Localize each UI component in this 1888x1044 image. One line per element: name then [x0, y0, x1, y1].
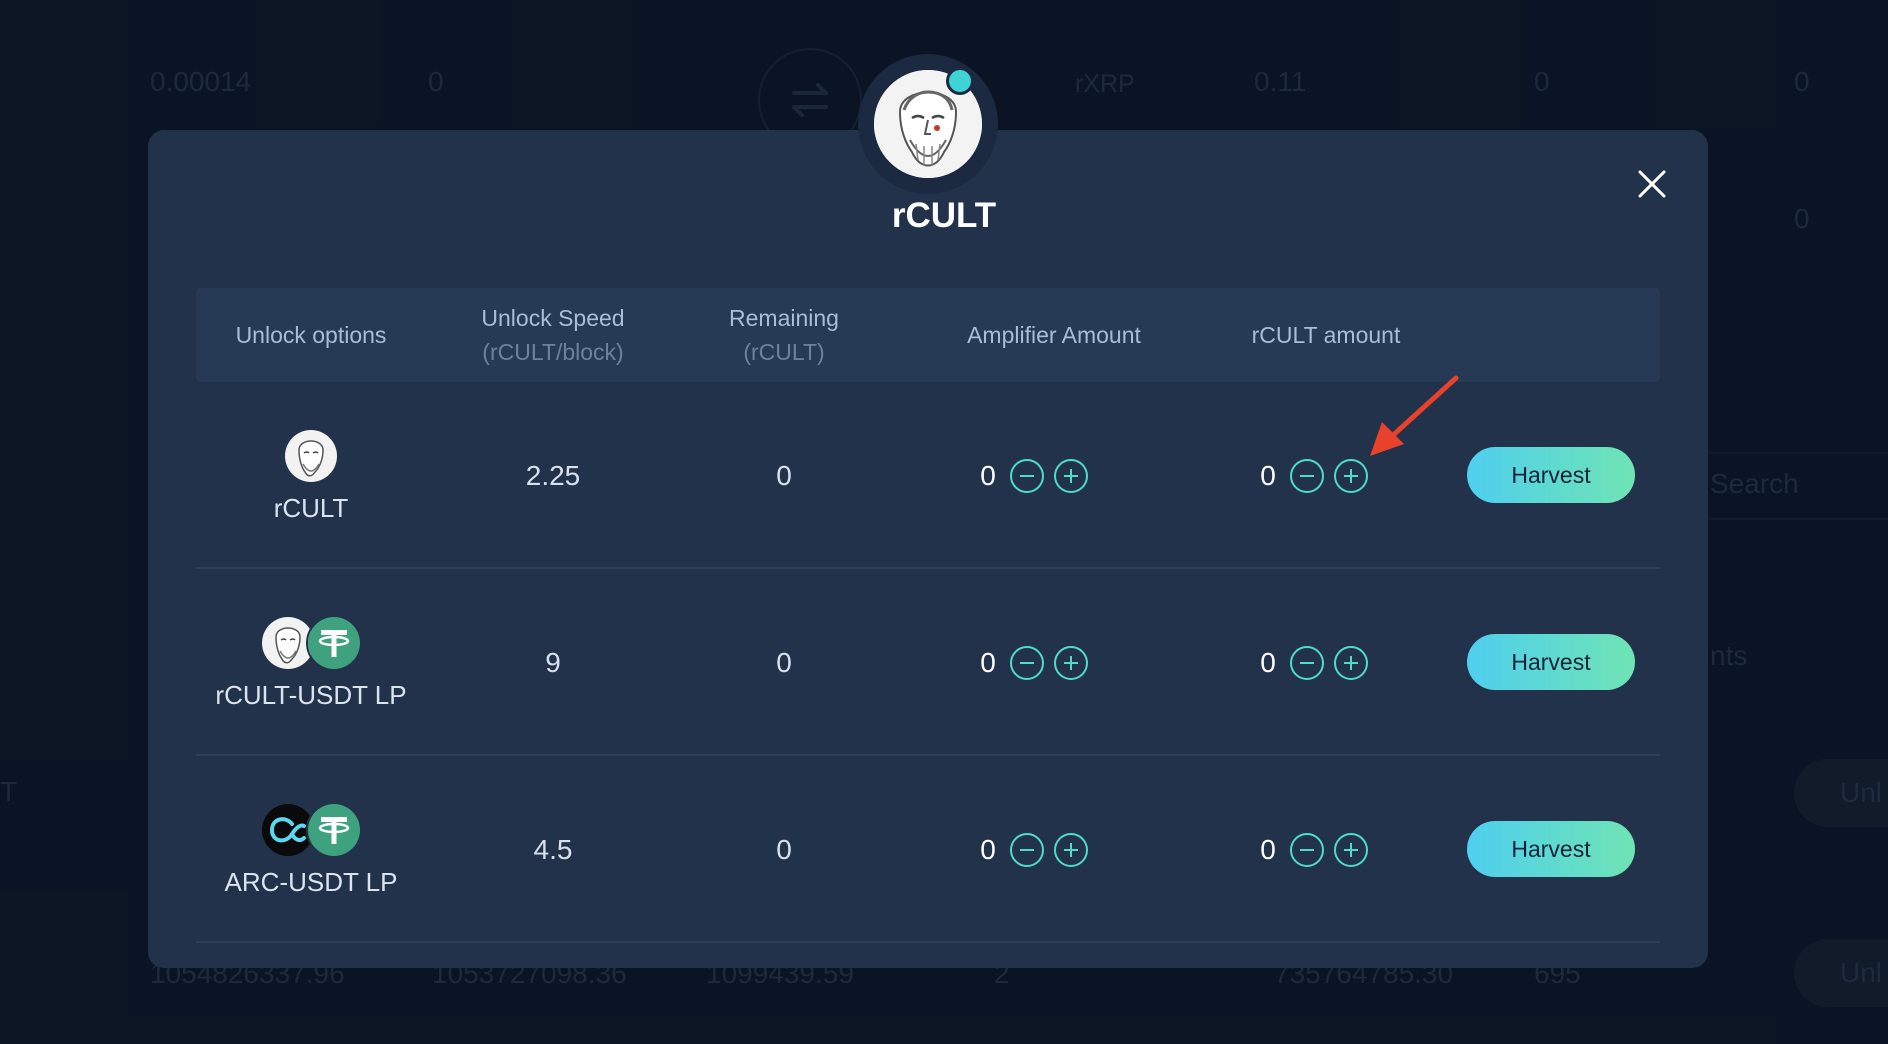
column-header-amplifier-amount: Amplifier Amount: [967, 322, 1141, 348]
plus-icon[interactable]: [1334, 645, 1368, 680]
table-row: rCULT-USDT LP 9 0 0 0 Harvest: [196, 569, 1660, 756]
table-row: ARC-USDT LP 4.5 0 0 0 Harvest: [196, 756, 1660, 943]
asset-cell: ARC-USDT LP: [196, 756, 426, 943]
table-header: Unlock options Unlock Speed (rCULT/block…: [196, 288, 1660, 382]
rcult-token-icon: [283, 428, 339, 484]
minus-icon[interactable]: [1290, 458, 1324, 493]
usdt-token-icon: [306, 802, 362, 858]
modal-title: rCULT: [891, 196, 997, 235]
minus-icon[interactable]: [1290, 832, 1324, 867]
column-header-unlock-options: Unlock options: [235, 322, 387, 348]
minus-icon[interactable]: [1290, 645, 1324, 680]
plus-icon[interactable]: [1054, 645, 1088, 680]
column-header-rcult-amount: rCULT amount: [1251, 322, 1401, 348]
remaining-value: 0: [776, 646, 792, 678]
minus-icon[interactable]: [1010, 645, 1044, 680]
asset-cell: rCULT-USDT LP: [196, 569, 426, 756]
amplifier-stepper: 0: [976, 756, 1098, 943]
column-header-unlock-speed: Unlock Speed (rCULT/block): [481, 305, 625, 365]
rcult-amount-value: 0: [1260, 459, 1276, 491]
harvest-button[interactable]: Harvest: [1467, 634, 1635, 690]
rcult-amount-value: 0: [1260, 833, 1276, 865]
plus-icon[interactable]: [1334, 832, 1368, 867]
harvest-button[interactable]: Harvest: [1467, 447, 1635, 503]
rcult-amount-value: 0: [1260, 646, 1276, 678]
plus-icon[interactable]: [1054, 832, 1088, 867]
plus-icon[interactable]: [1054, 458, 1088, 493]
close-icon[interactable]: [1636, 168, 1668, 200]
row-divider: [196, 941, 1660, 943]
minus-icon[interactable]: [1010, 458, 1044, 493]
minus-icon[interactable]: [1010, 832, 1044, 867]
unlock-speed-value: 2.25: [525, 459, 581, 491]
rcult-amount-stepper: 0: [1256, 756, 1378, 943]
harvest-button[interactable]: Harvest: [1467, 821, 1635, 877]
status-dot: [946, 67, 974, 95]
amplifier-value: 0: [980, 833, 996, 865]
usdt-token-icon: [306, 615, 362, 671]
annotation-arrow-icon: [1370, 375, 1459, 456]
asset-name: ARC-USDT LP: [224, 867, 398, 897]
remaining-value: 0: [776, 459, 792, 491]
amplifier-stepper: 0: [976, 382, 1098, 569]
rcult-amount-stepper: 0: [1256, 569, 1378, 756]
column-header-remaining: Remaining (rCULT): [729, 305, 839, 365]
amplifier-value: 0: [980, 459, 996, 491]
amplifier-stepper: 0: [976, 569, 1098, 756]
amplifier-value: 0: [980, 646, 996, 678]
unlock-speed-value: 4.5: [533, 833, 573, 865]
asset-cell: rCULT: [196, 382, 426, 569]
plus-icon[interactable]: [1334, 458, 1368, 493]
unlock-speed-value: 9: [545, 646, 561, 678]
asset-name: rCULT: [273, 493, 349, 523]
remaining-value: 0: [776, 833, 792, 865]
asset-name: rCULT-USDT LP: [215, 680, 407, 710]
